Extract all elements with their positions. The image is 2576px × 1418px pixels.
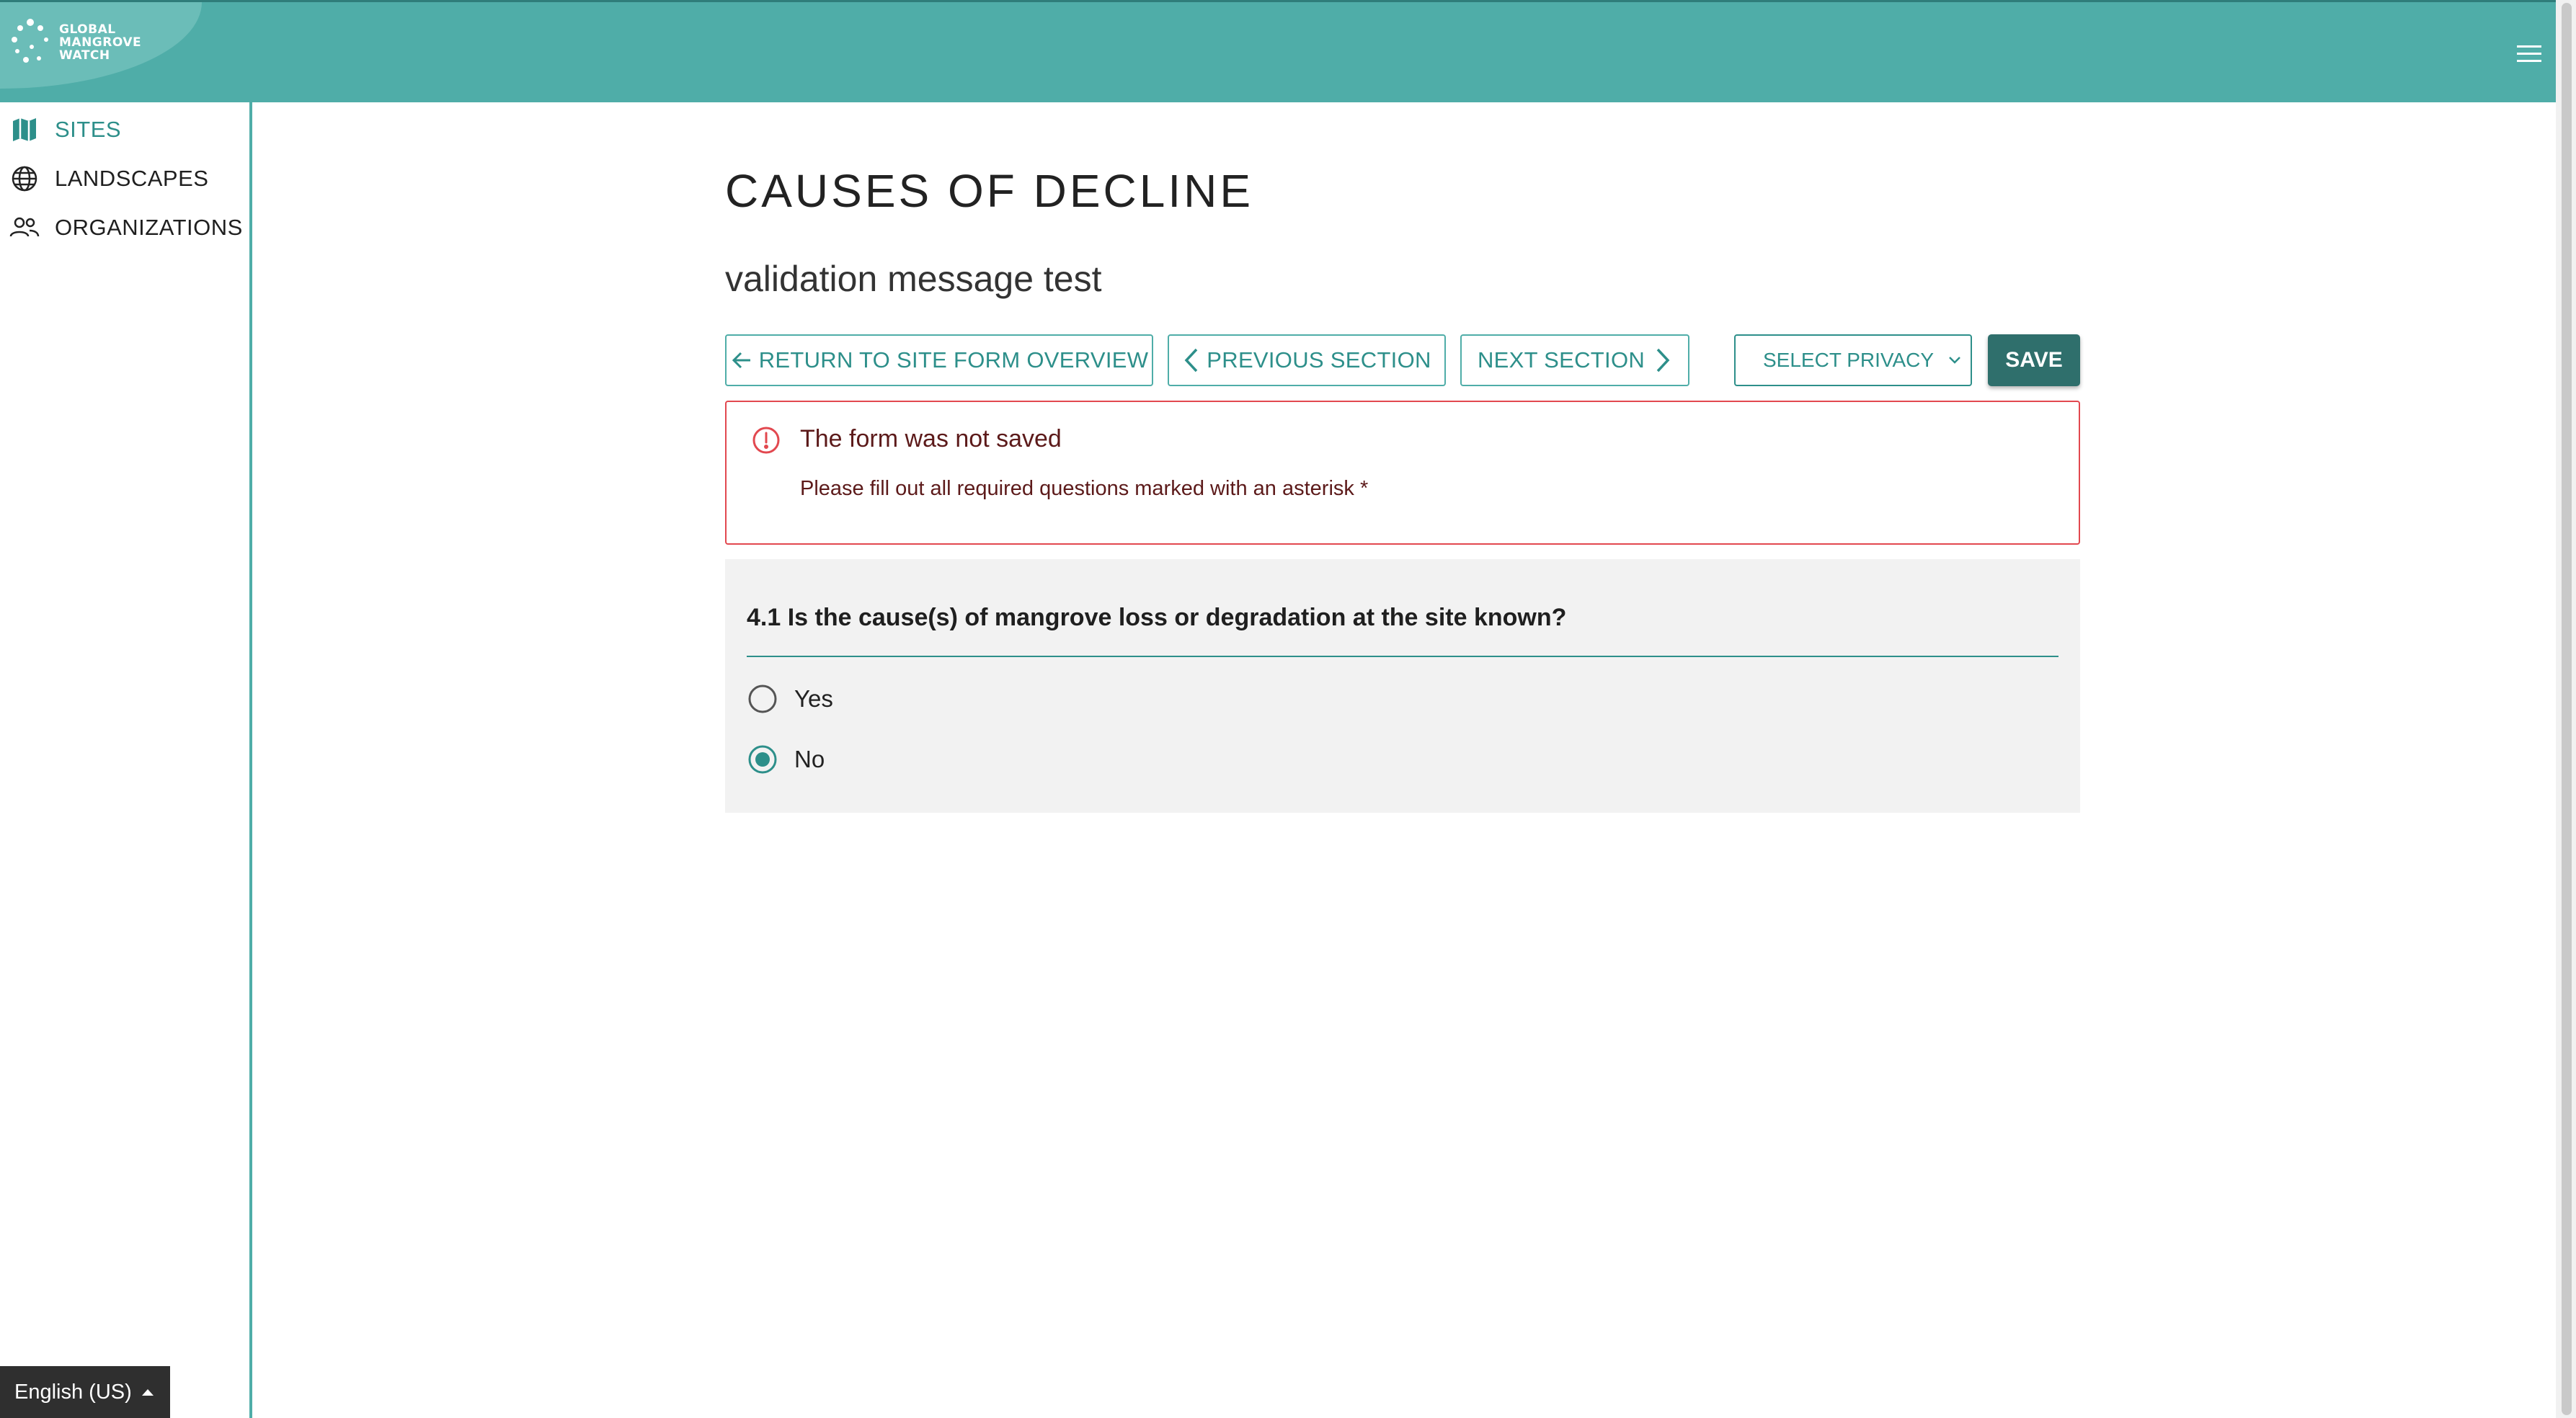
previous-section-label: PREVIOUS SECTION xyxy=(1207,347,1431,373)
page-scrollbar[interactable] xyxy=(2556,0,2576,1418)
page-title: CAUSES OF DECLINE xyxy=(725,165,1254,217)
users-icon xyxy=(9,212,40,244)
sidebar-item-landscapes[interactable]: LANDSCAPES xyxy=(9,163,208,195)
app-logo[interactable]: GLOBAL MANGROVE WATCH xyxy=(10,18,141,67)
radio-option-yes[interactable]: Yes xyxy=(747,683,833,715)
scrollbar-thumb[interactable] xyxy=(2562,3,2572,1415)
chevron-left-icon xyxy=(1184,348,1198,373)
error-circle-icon xyxy=(752,427,780,454)
sidebar-item-label: SITES xyxy=(55,117,122,142)
sidebar-item-sites[interactable]: SITES xyxy=(9,114,121,146)
radio-checked-icon[interactable] xyxy=(747,744,778,775)
next-section-button[interactable]: NEXT SECTION xyxy=(1460,334,1689,386)
radio-option-label: Yes xyxy=(794,685,833,712)
privacy-select[interactable]: SELECT PRIVACY xyxy=(1734,334,1972,386)
save-button[interactable]: SAVE xyxy=(1988,334,2080,386)
chevron-down-icon xyxy=(1949,357,1960,364)
sidebar-item-label: LANDSCAPES xyxy=(55,166,209,191)
question-divider xyxy=(747,656,2058,657)
radio-unchecked-icon[interactable] xyxy=(747,683,778,715)
alert-title: The form was not saved xyxy=(800,425,1062,452)
question-card: 4.1 Is the cause(s) of mangrove loss or … xyxy=(725,559,2080,813)
radio-option-no[interactable]: No xyxy=(747,744,825,775)
logo-line: MANGROVE xyxy=(59,35,142,50)
sidebar-item-label: ORGANIZATIONS xyxy=(55,215,243,240)
caret-up-icon xyxy=(141,1388,154,1396)
map-icon xyxy=(9,114,40,146)
globe-icon xyxy=(9,163,40,195)
language-label: English (US) xyxy=(14,1380,132,1404)
language-selector[interactable]: English (US) xyxy=(0,1366,170,1418)
sidebar-item-organizations[interactable]: ORGANIZATIONS xyxy=(9,212,243,244)
next-section-label: NEXT SECTION xyxy=(1477,347,1645,373)
logo-text: GLOBAL MANGROVE WATCH xyxy=(59,23,141,62)
logo-line: WATCH xyxy=(59,48,110,63)
return-to-overview-button[interactable]: RETURN TO SITE FORM OVERVIEW xyxy=(725,334,1153,386)
sidebar: SITES LANDSCAPES ORGANIZATIONS xyxy=(0,102,252,1418)
arrow-left-icon xyxy=(732,352,750,369)
chevron-right-icon xyxy=(1656,348,1670,373)
return-to-overview-label: RETURN TO SITE FORM OVERVIEW xyxy=(758,347,1149,373)
app-header: GLOBAL MANGROVE WATCH xyxy=(0,0,2556,102)
hamburger-menu-icon[interactable] xyxy=(2511,35,2547,71)
site-name-subtitle: validation message test xyxy=(725,259,1102,299)
privacy-select-value: SELECT PRIVACY xyxy=(1763,349,1935,371)
radio-option-label: No xyxy=(794,746,825,772)
question-title: 4.1 Is the cause(s) of mangrove loss or … xyxy=(747,604,1567,631)
previous-section-button[interactable]: PREVIOUS SECTION xyxy=(1168,334,1446,386)
logo-line: GLOBAL xyxy=(59,22,116,37)
mangrove-dots-icon xyxy=(12,19,48,63)
alert-message: Please fill out all required questions m… xyxy=(800,477,1369,500)
error-alert: The form was not saved Please fill out a… xyxy=(725,401,2080,545)
